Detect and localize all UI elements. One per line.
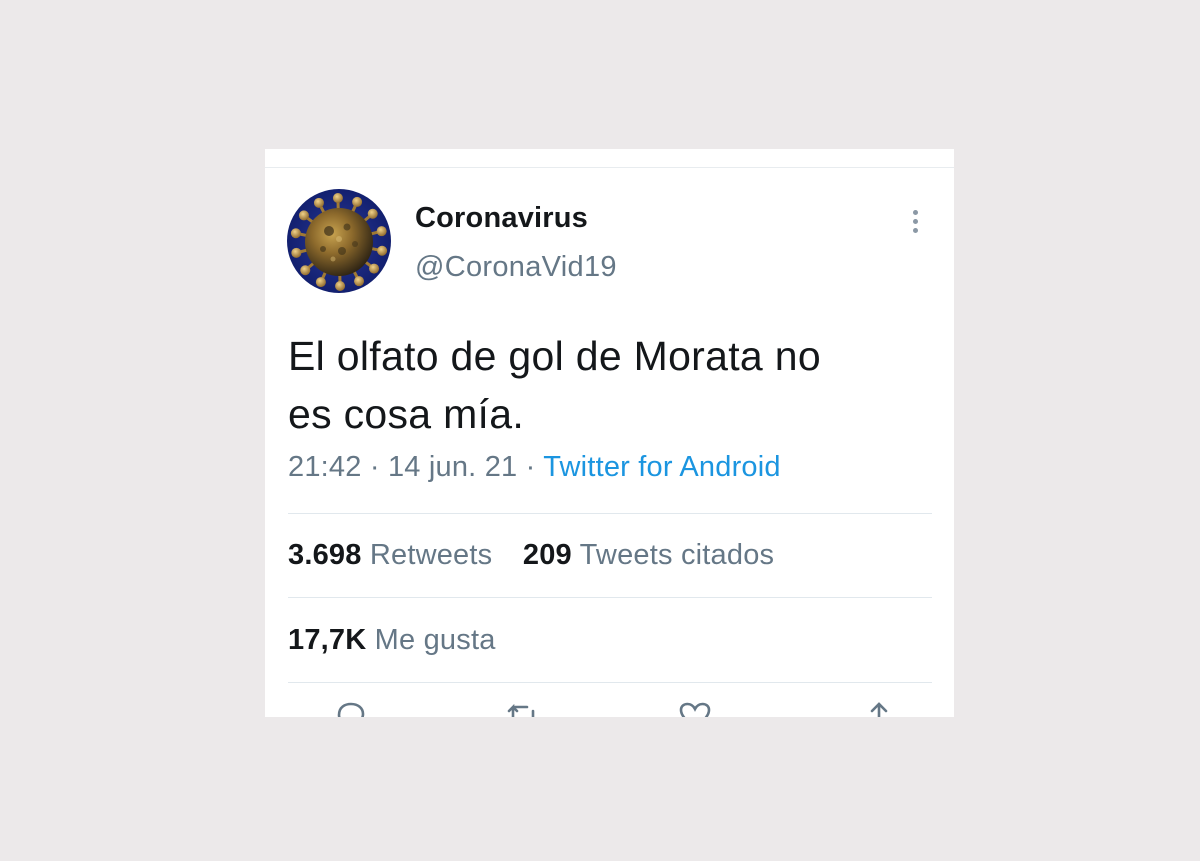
quote-tweets-count: 209 bbox=[522, 539, 572, 571]
meta-separator: · bbox=[525, 451, 536, 483]
retweet-stats-row: 3.698 Retweets 209 Tweets citados bbox=[288, 539, 774, 572]
tweet-meta: 21:42 · 14 jun. 21 · Twitter for Android bbox=[288, 451, 781, 484]
more-options-button[interactable] bbox=[901, 205, 929, 237]
share-button[interactable] bbox=[861, 701, 897, 717]
top-divider bbox=[265, 167, 954, 168]
divider bbox=[288, 682, 932, 683]
tweet-time[interactable]: 21:42 bbox=[288, 451, 362, 483]
retweets-stat[interactable]: 3.698 Retweets bbox=[288, 539, 501, 571]
tweet-text-line: es cosa mía. bbox=[288, 391, 525, 437]
display-name[interactable]: Coronavirus bbox=[415, 202, 588, 235]
likes-stat[interactable]: 17,7K Me gusta bbox=[288, 624, 496, 656]
avatar[interactable] bbox=[287, 189, 391, 293]
share-icon bbox=[870, 702, 888, 717]
tweet-card: Coronavirus @CoronaVid19 El olfato de go… bbox=[265, 149, 954, 717]
divider bbox=[288, 597, 932, 598]
reply-icon bbox=[337, 702, 365, 717]
likes-count: 17,7K bbox=[288, 624, 367, 656]
retweets-count: 3.698 bbox=[288, 539, 362, 571]
tweet-date[interactable]: 14 jun. 21 bbox=[388, 451, 517, 483]
tweet-text-line: El olfato de gol de Morata no bbox=[288, 333, 821, 379]
quote-tweets-label: Tweets citados bbox=[579, 539, 775, 571]
retweets-label: Retweets bbox=[369, 539, 493, 571]
more-options-dot bbox=[912, 227, 918, 233]
user-handle[interactable]: @CoronaVid19 bbox=[415, 251, 617, 284]
meta-separator: · bbox=[369, 451, 380, 483]
likes-stats-row: 17,7K Me gusta bbox=[288, 624, 496, 657]
quote-tweets-stat[interactable]: 209 Tweets citados bbox=[523, 539, 774, 571]
like-button[interactable] bbox=[677, 701, 713, 717]
reply-button[interactable] bbox=[333, 701, 369, 717]
more-options-dot bbox=[912, 218, 918, 224]
heart-icon bbox=[679, 702, 711, 717]
retweet-button[interactable] bbox=[505, 701, 541, 717]
more-options-icon bbox=[912, 209, 918, 215]
action-bar bbox=[265, 701, 954, 717]
retweet-icon bbox=[507, 703, 535, 717]
tweet-text: El olfato de gol de Morata no es cosa mí… bbox=[288, 327, 928, 443]
likes-label: Me gusta bbox=[374, 624, 496, 656]
coronavirus-avatar-icon bbox=[287, 189, 391, 293]
divider bbox=[288, 513, 932, 514]
tweet-source-link[interactable]: Twitter for Android bbox=[543, 451, 781, 483]
